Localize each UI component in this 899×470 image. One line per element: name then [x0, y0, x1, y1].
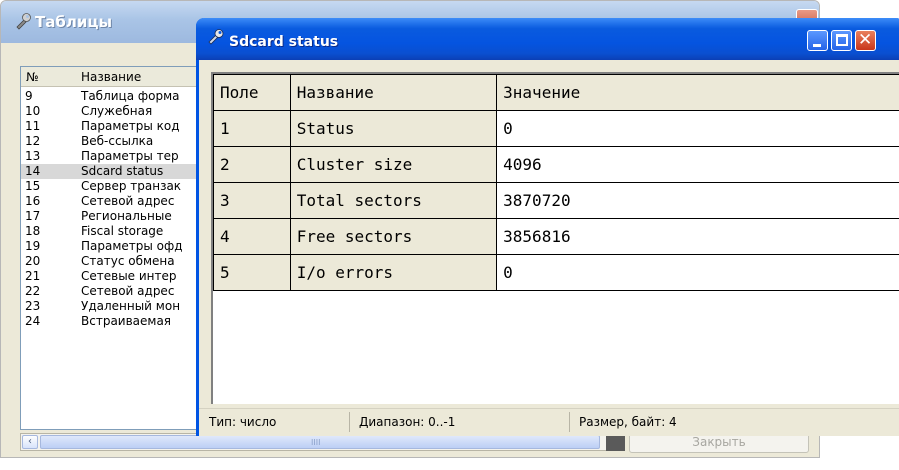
close-icon: ✕ — [858, 30, 873, 50]
list-item-num: 21 — [25, 269, 41, 283]
list-item-num: 10 — [25, 104, 41, 118]
status-range: Диапазон: 0..-1 — [359, 415, 456, 429]
grid-header-cell[interactable]: Название — [289, 74, 498, 111]
tables-window-title: Таблицы — [35, 13, 113, 31]
list-item-num: 24 — [25, 314, 41, 328]
list-item-num: 13 — [25, 149, 41, 163]
list-item-num: 11 — [25, 119, 41, 133]
list-item-name: Параметры офд — [81, 239, 183, 253]
list-item-name: Сервер транзак — [81, 179, 182, 193]
column-header-num[interactable]: № — [26, 70, 38, 84]
list-item-num: 23 — [25, 299, 41, 313]
status-type: Тип: число — [209, 415, 277, 429]
list-item-name: Сетевой адрес — [81, 194, 175, 208]
maximize-icon — [836, 34, 848, 46]
field-name-cell: Free sectors — [289, 218, 498, 255]
field-name-cell: Cluster size — [289, 146, 498, 183]
list-item-name: Веб-ссылка — [81, 134, 154, 148]
field-value-cell[interactable]: 0 — [496, 254, 899, 291]
field-value-cell[interactable]: 3856816 — [496, 218, 899, 255]
column-header-name[interactable]: Название — [81, 70, 141, 84]
scrollbar-corner — [606, 434, 625, 451]
list-item-num: 19 — [25, 239, 41, 253]
list-item-num: 9 — [25, 89, 33, 103]
list-item-name: Удаленный мон — [81, 299, 181, 313]
field-number-cell: 2 — [213, 146, 291, 183]
table-row[interactable]: 5 I/o errors 0 — [213, 254, 899, 291]
field-number-cell: 3 — [213, 182, 291, 219]
list-item-name: Fiscal storage — [81, 224, 164, 238]
minimize-icon — [813, 44, 821, 47]
status-grid-area[interactable]: Поле Название Значение 1 Status 0 2 Cluster siz… — [211, 72, 899, 404]
list-item-num: 18 — [25, 224, 41, 238]
scroll-thumb[interactable]: IIII — [40, 435, 600, 449]
list-item-num: 14 — [25, 164, 41, 178]
list-item-name: Таблица форма — [81, 89, 180, 103]
list-item-num: 12 — [25, 134, 41, 148]
list-item-name: Сетевой адрес — [81, 284, 175, 298]
close-window-button[interactable]: ✕ — [855, 30, 876, 51]
list-item-num: 20 — [25, 254, 41, 268]
field-number-cell: 5 — [213, 254, 291, 291]
field-value-cell[interactable]: 3870720 — [496, 182, 899, 219]
grid-header-row: Поле Название Значение — [213, 74, 899, 111]
list-item-name: Параметры тер — [81, 149, 179, 163]
field-name-cell: I/o errors — [289, 254, 498, 291]
table-row[interactable]: 4 Free sectors 3856816 — [213, 218, 899, 255]
app-icon — [208, 29, 224, 45]
table-row[interactable]: 2 Cluster size 4096 — [213, 146, 899, 183]
wrench-icon — [16, 13, 31, 30]
list-item-num: 22 — [25, 284, 41, 298]
list-item-name: Служебная — [81, 104, 153, 118]
field-name-cell: Total sectors — [289, 182, 498, 219]
grid-header-cell[interactable]: Поле — [213, 74, 291, 111]
list-item-num: 17 — [25, 209, 41, 223]
field-number-cell: 4 — [213, 218, 291, 255]
list-item-name: Встраиваемая — [81, 314, 172, 328]
status-separator — [349, 412, 350, 432]
status-grid: Поле Название Значение 1 Status 0 2 Cluster siz… — [213, 74, 899, 291]
field-value-cell[interactable]: 4096 — [496, 146, 899, 183]
list-item-name: Параметры код — [81, 119, 180, 133]
sdcard-window-title: Sdcard status — [229, 34, 339, 50]
sdcard-titlebar[interactable]: Sdcard status ✕ — [196, 18, 899, 60]
status-size: Размер, байт: 4 — [579, 415, 677, 429]
list-item-num: 15 — [25, 179, 41, 193]
list-item-num: 16 — [25, 194, 41, 208]
grid-header-cell[interactable]: Значение — [496, 74, 899, 111]
list-item-name: Региональные — [81, 209, 172, 223]
list-item-name: Сетевые интер — [81, 269, 177, 283]
scroll-left-arrow-icon[interactable]: ‹ — [22, 435, 38, 449]
table-row[interactable]: 3 Total sectors 3870720 — [213, 182, 899, 219]
list-item-name: Sdcard status — [81, 164, 164, 178]
status-separator — [569, 412, 570, 432]
sdcard-status-window: Sdcard status ✕ Поле Название Значение 1 Sta… — [196, 18, 899, 436]
status-bar: Тип: число Диапазон: 0..-1 Размер, байт:… — [199, 408, 899, 436]
maximize-button[interactable] — [831, 30, 852, 51]
minimize-button[interactable] — [807, 30, 828, 51]
field-value-cell[interactable]: 0 — [496, 110, 899, 147]
list-item-name: Статус обмена — [81, 254, 175, 268]
field-name-cell: Status — [289, 110, 498, 147]
field-number-cell: 1 — [213, 110, 291, 147]
scroll-grip-icon: IIII — [311, 438, 321, 447]
table-row[interactable]: 1 Status 0 — [213, 110, 899, 147]
